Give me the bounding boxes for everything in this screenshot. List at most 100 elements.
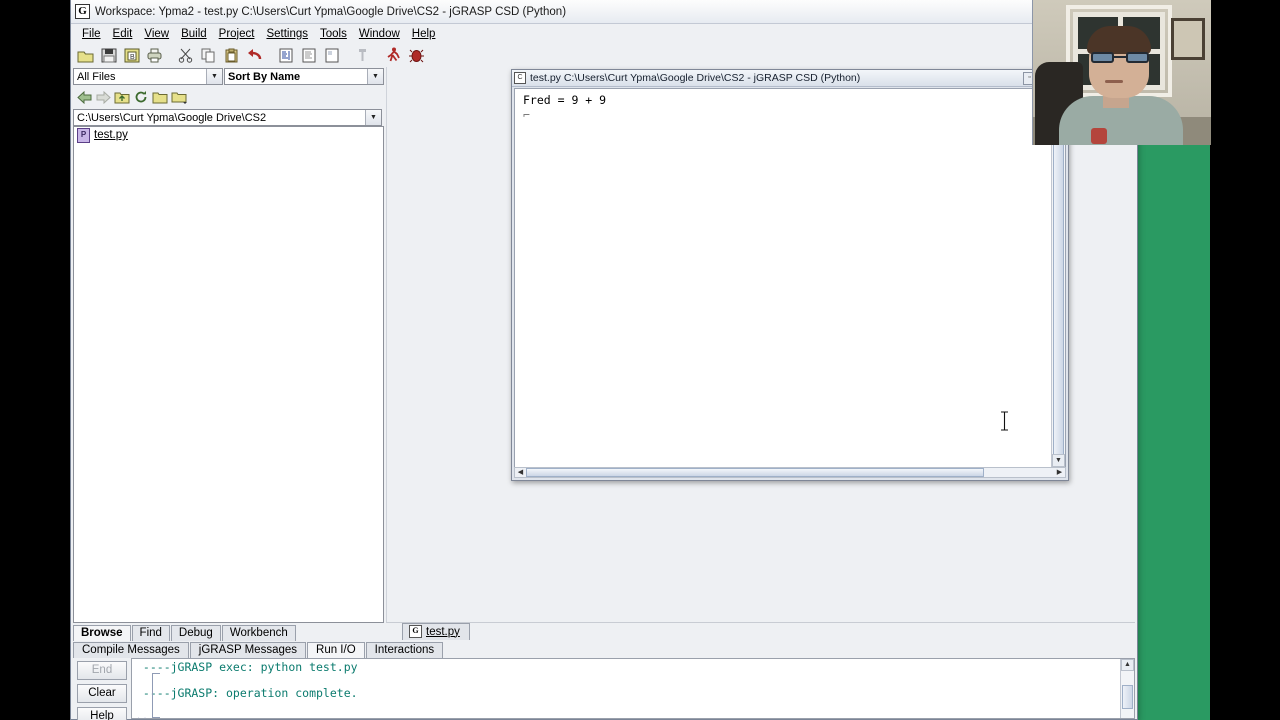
- csd-file-icon: C: [514, 72, 526, 84]
- forward-icon: [94, 88, 112, 106]
- list-item[interactable]: P test.py: [74, 127, 383, 143]
- remove-csd-icon[interactable]: [298, 45, 319, 66]
- console-vertical-scrollbar[interactable]: ▲: [1120, 659, 1134, 718]
- undo-icon[interactable]: [244, 45, 265, 66]
- home-folder-icon[interactable]: [151, 88, 169, 106]
- scrollbar-thumb[interactable]: [526, 468, 984, 477]
- debug-icon[interactable]: [406, 45, 427, 66]
- message-pane: Compile Messages jGRASP Messages Run I/O…: [73, 641, 1135, 720]
- menu-tools[interactable]: Tools: [314, 27, 353, 41]
- scroll-up-arrow-icon[interactable]: ▲: [1121, 659, 1134, 671]
- scroll-down-arrow-icon[interactable]: ▼: [1052, 454, 1065, 467]
- scroll-right-arrow-icon[interactable]: ▶: [1054, 468, 1065, 478]
- run-icon[interactable]: [383, 45, 404, 66]
- message-tabstrip: Compile Messages jGRASP Messages Run I/O…: [73, 641, 1135, 658]
- scrollbar-thumb[interactable]: [1122, 685, 1133, 709]
- console-output: ----jGRASP exec: python test.py ----jGRA…: [136, 660, 358, 700]
- menu-build[interactable]: Build: [175, 27, 213, 41]
- webcam-person-hair: [1087, 26, 1151, 54]
- desk-area: C test.py C:\Users\Curt Ypma\Google Driv…: [386, 67, 1135, 623]
- path-combo[interactable]: C:\Users\Curt Ypma\Google Drive\CS2 ▼: [73, 109, 382, 126]
- clear-button[interactable]: Clear: [77, 684, 127, 703]
- csd-title-text: test.py C:\Users\Curt Ypma\Google Drive\…: [530, 72, 861, 84]
- message-body: End Clear Help ----jGRASP exec: python t…: [73, 658, 1135, 720]
- jgrasp-csd-icon: G: [409, 625, 422, 638]
- output-bracket: [152, 673, 160, 718]
- menu-project[interactable]: Project: [213, 27, 261, 41]
- chevron-down-icon[interactable]: ▼: [365, 110, 381, 125]
- file-list[interactable]: P test.py: [73, 126, 384, 623]
- editor-vertical-scrollbar[interactable]: ▲ ▼: [1051, 89, 1065, 467]
- open-icon[interactable]: [75, 45, 96, 66]
- text-caret: ⌐: [523, 108, 530, 122]
- menu-settings[interactable]: Settings: [260, 27, 314, 41]
- run-prompt-marker: ▶▶: [138, 716, 152, 718]
- tab-testpy[interactable]: G test.py: [402, 623, 470, 640]
- csd-editor-body: Fred = 9 + 9 ⌐ ▲ ▼: [514, 88, 1066, 468]
- help-button[interactable]: Help: [77, 707, 127, 720]
- mouse-text-cursor: [1000, 411, 1008, 431]
- svg-text:B: B: [130, 54, 135, 61]
- tab-workbench[interactable]: Workbench: [221, 625, 296, 641]
- browse-tabstrip: Browse Find Debug Workbench: [73, 623, 384, 641]
- main-toolbar: B: [71, 43, 1137, 68]
- editor-horizontal-scrollbar[interactable]: ◀ ▶: [514, 467, 1066, 478]
- chevron-down-icon[interactable]: ▼: [206, 69, 222, 84]
- end-button[interactable]: End: [77, 661, 127, 680]
- new-file-icon[interactable]: [321, 45, 342, 66]
- sort-combo[interactable]: Sort By Name ▼: [224, 68, 384, 85]
- tab-find[interactable]: Find: [131, 625, 170, 641]
- webcam-person-glasses: [1091, 52, 1149, 63]
- tab-run-io[interactable]: Run I/O: [307, 642, 365, 658]
- file-filter-value: All Files: [77, 70, 116, 83]
- path-value: C:\Users\Curt Ypma\Google Drive\CS2: [77, 111, 267, 124]
- menu-window[interactable]: Window: [353, 27, 406, 41]
- paste-icon[interactable]: [221, 45, 242, 66]
- scrollbar-thumb[interactable]: [1053, 103, 1064, 460]
- webcam-person-mouth: [1105, 80, 1123, 83]
- webcam-wall-picture: [1171, 18, 1205, 60]
- sort-value: Sort By Name: [228, 70, 301, 83]
- tab-debug[interactable]: Debug: [170, 625, 221, 641]
- code-editor[interactable]: Fred = 9 + 9 ⌐: [515, 89, 1052, 467]
- refresh-icon[interactable]: [132, 88, 150, 106]
- new-folder-icon[interactable]: [170, 88, 188, 106]
- generate-csd-icon[interactable]: [275, 45, 296, 66]
- desk-tabstrip: G test.py: [386, 622, 1135, 640]
- path-row: C:\Users\Curt Ypma\Google Drive\CS2 ▼: [73, 109, 384, 127]
- scroll-left-arrow-icon[interactable]: ◀: [515, 468, 526, 478]
- tab-label: test.py: [426, 625, 460, 638]
- print-icon[interactable]: [144, 45, 165, 66]
- file-filter-combo[interactable]: All Files ▼: [73, 68, 223, 85]
- menu-edit[interactable]: Edit: [107, 27, 139, 41]
- csd-titlebar[interactable]: C test.py C:\Users\Curt Ypma\Google Driv…: [512, 70, 1068, 87]
- run-io-console[interactable]: ----jGRASP exec: python test.py ----jGRA…: [131, 658, 1135, 719]
- tab-jgrasp-messages[interactable]: jGRASP Messages: [189, 642, 307, 658]
- tab-compile-messages[interactable]: Compile Messages: [73, 642, 189, 658]
- window-title: Workspace: Ypma2 - test.py C:\Users\Curt…: [95, 5, 567, 18]
- browse-nav-toolbar: [73, 86, 384, 108]
- cut-icon[interactable]: [175, 45, 196, 66]
- save-icon[interactable]: [98, 45, 119, 66]
- menu-help[interactable]: Help: [406, 27, 442, 41]
- back-icon[interactable]: [75, 88, 93, 106]
- jgrasp-app-icon: G: [75, 4, 90, 19]
- up-folder-icon[interactable]: [113, 88, 131, 106]
- tab-interactions[interactable]: Interactions: [365, 642, 444, 658]
- file-name: test.py: [94, 129, 128, 141]
- window-body: All Files ▼ Sort By Name ▼ C:\Users\Curt…: [71, 67, 1137, 720]
- chevron-down-icon[interactable]: ▼: [367, 69, 383, 84]
- menu-view[interactable]: View: [138, 27, 175, 41]
- menu-file[interactable]: File: [76, 27, 107, 41]
- tab-browse[interactable]: Browse: [73, 625, 131, 641]
- screen-root: G ↗ jGRASP HARMONY ↗ MyHarmon G Workspac…: [0, 0, 1280, 720]
- copy-icon[interactable]: [198, 45, 219, 66]
- python-file-icon: P: [77, 127, 90, 143]
- pin-icon[interactable]: [352, 45, 373, 66]
- webcam-shirt-logo: [1091, 128, 1107, 144]
- jgrasp-main-window: G Workspace: Ypma2 - test.py C:\Users\Cu…: [70, 0, 1138, 720]
- save-all-icon[interactable]: B: [121, 45, 142, 66]
- browse-panel: All Files ▼ Sort By Name ▼ C:\Users\Curt…: [73, 67, 384, 623]
- window-titlebar: G Workspace: Ypma2 - test.py C:\Users\Cu…: [71, 0, 1137, 24]
- browse-filter-row: All Files ▼ Sort By Name ▼: [73, 68, 384, 86]
